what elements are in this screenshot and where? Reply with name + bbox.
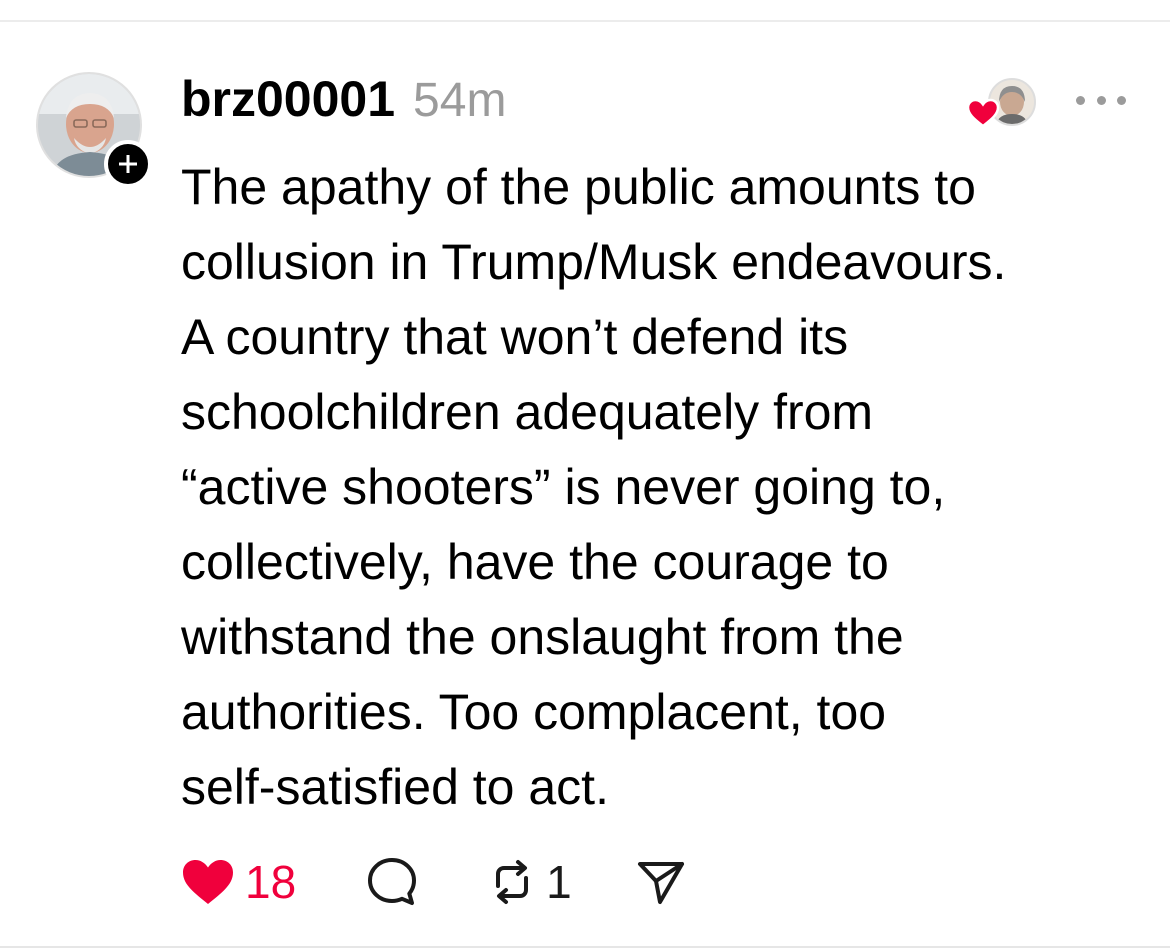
- post-timestamp: 54m: [413, 74, 507, 127]
- repost-icon: [496, 860, 529, 904]
- like-button[interactable]: 18: [181, 855, 296, 909]
- thread-post-screen: brz00001 54m The apathy of the public am…: [0, 0, 1170, 951]
- top-divider: [0, 20, 1170, 22]
- follow-button[interactable]: [104, 140, 152, 188]
- heart-icon: [183, 860, 233, 904]
- more-options-dot: [1117, 95, 1126, 105]
- post-header: brz00001 54m: [181, 70, 506, 130]
- more-options-button[interactable]: [1076, 88, 1126, 112]
- more-options-dot: [1096, 95, 1106, 105]
- reply-button[interactable]: [366, 856, 418, 908]
- comment-icon: [368, 858, 417, 905]
- repost-count: 1: [546, 856, 572, 908]
- plus-icon: [119, 155, 137, 173]
- like-count: 18: [245, 856, 297, 908]
- bottom-divider: [0, 946, 1170, 948]
- author-username[interactable]: brz00001: [181, 70, 395, 128]
- post-actions: 18 1: [181, 852, 686, 912]
- share-button[interactable]: [636, 858, 686, 906]
- post-text: The apathy of the public amounts to coll…: [181, 159, 1007, 815]
- more-options-icon: [1076, 95, 1085, 105]
- repost-button[interactable]: 1: [486, 855, 572, 909]
- liked-heart-icon: [966, 98, 1000, 128]
- send-icon: [637, 862, 684, 904]
